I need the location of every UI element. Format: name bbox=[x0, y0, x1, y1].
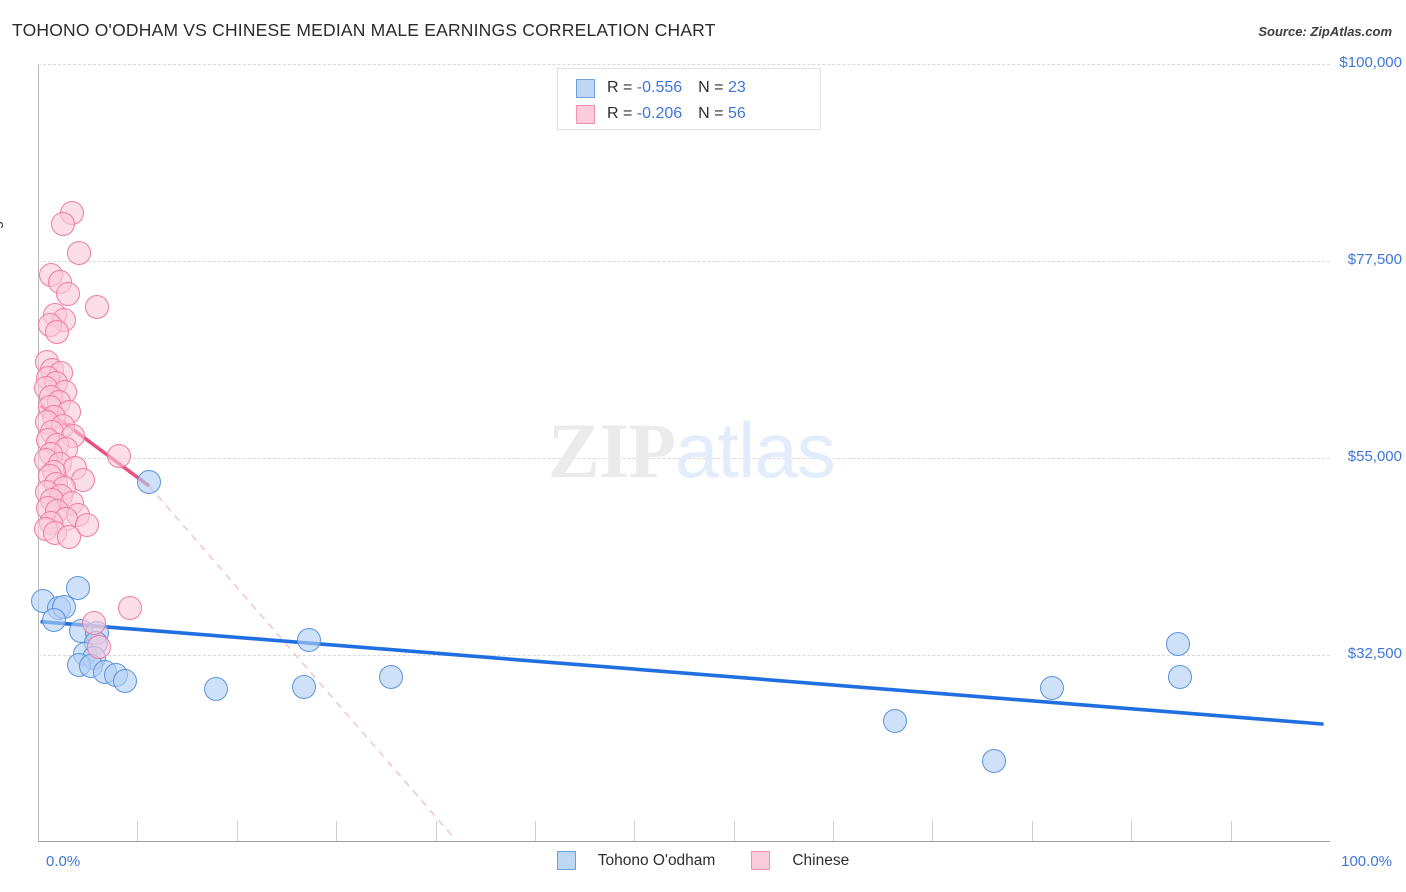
series-label-tohono: Tohono O'odham bbox=[597, 851, 716, 869]
data-point[interactable] bbox=[81, 610, 106, 635]
source-note: Source: ZipAtlas.com bbox=[1258, 24, 1392, 39]
data-point[interactable] bbox=[57, 524, 81, 549]
y-axis-tick-label: $55,000 bbox=[1347, 447, 1402, 465]
data-point[interactable] bbox=[982, 748, 1007, 773]
data-point[interactable] bbox=[882, 709, 907, 734]
stats-row-tohono: R = -0.556 N = 23 bbox=[576, 75, 820, 101]
y-axis-tick-label: $100,000 bbox=[1339, 54, 1402, 71]
data-point[interactable] bbox=[50, 212, 75, 237]
stat-n-chinese: N = 56 bbox=[698, 105, 746, 122]
data-point[interactable] bbox=[55, 282, 80, 307]
y-axis-tick-label: $77,500 bbox=[1347, 250, 1402, 268]
y-axis-label: Median Male Earnings bbox=[0, 213, 4, 358]
stat-n-tohono: N = 23 bbox=[698, 79, 746, 96]
stat-r-value-chinese: -0.206 bbox=[636, 105, 683, 122]
trendline-tohonooodham bbox=[40, 619, 1324, 726]
data-point[interactable] bbox=[1165, 632, 1190, 657]
stat-r-chinese: R = -0.206 bbox=[607, 105, 683, 122]
data-point[interactable] bbox=[1168, 664, 1193, 689]
data-point[interactable] bbox=[117, 595, 142, 620]
trendline-extension-chinese bbox=[148, 485, 455, 839]
stat-r-tohono: R = -0.556 bbox=[607, 79, 683, 96]
series-label-chinese: Chinese bbox=[792, 851, 850, 869]
trendlines bbox=[39, 403, 1324, 839]
series-legend-item-chinese[interactable]: Chinese bbox=[751, 851, 849, 870]
legend-swatch-tohono bbox=[576, 78, 595, 98]
x-axis-line bbox=[38, 841, 1330, 842]
page-title: TOHONO O'ODHAM VS CHINESE MEDIAN MALE EA… bbox=[12, 20, 716, 40]
stat-r-value-tohono: -0.556 bbox=[636, 79, 683, 96]
plot-area bbox=[31, 64, 1330, 841]
stat-n-value-chinese: 56 bbox=[727, 105, 746, 122]
data-point[interactable] bbox=[112, 669, 137, 694]
correlation-stats-legend: R = -0.556 N = 23 R = -0.206 N = 56 bbox=[557, 68, 821, 130]
stats-row-chinese: R = -0.206 N = 56 bbox=[576, 101, 820, 127]
data-point[interactable] bbox=[86, 635, 111, 660]
series-legend: Tohono O'odham Chinese bbox=[0, 851, 1406, 870]
y-axis-tick-label: $32,500 bbox=[1347, 644, 1402, 662]
series-swatch-tohono bbox=[556, 851, 576, 870]
stat-n-value-tohono: 23 bbox=[727, 79, 746, 96]
correlation-chart: TOHONO O'ODHAM VS CHINESE MEDIAN MALE EA… bbox=[0, 0, 1406, 892]
data-point[interactable] bbox=[378, 664, 403, 689]
series-legend-item-tohono[interactable]: Tohono O'odham bbox=[556, 851, 716, 870]
series-swatch-chinese bbox=[751, 851, 771, 870]
legend-swatch-chinese bbox=[576, 104, 595, 124]
data-point[interactable] bbox=[41, 607, 66, 632]
